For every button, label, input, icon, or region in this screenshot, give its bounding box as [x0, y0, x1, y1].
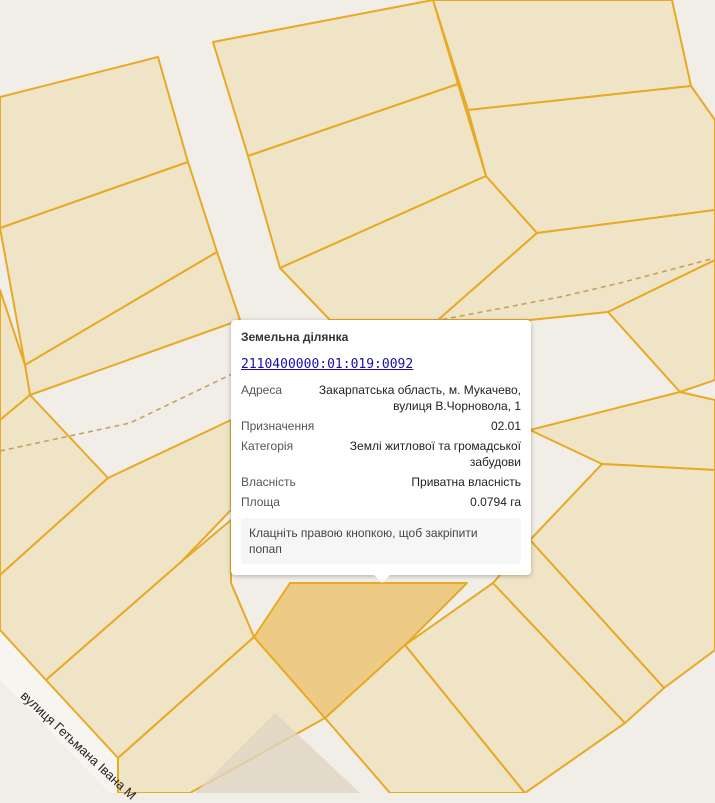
info-row-purpose: Призначення 02.01	[241, 418, 521, 434]
row-label: Адреса	[241, 383, 283, 397]
row-value-line: вулиця В.Чорновола, 1	[393, 399, 521, 413]
popup-title: Земельна ділянка	[241, 330, 349, 344]
row-value-line: Закарпатська область, м. Мукачево,	[318, 383, 521, 397]
info-row-area: Площа 0.0794 га	[241, 494, 521, 510]
row-label: Призначення	[241, 419, 315, 433]
info-row-address: Адреса Закарпатська область, м. Мукачево…	[241, 382, 521, 414]
row-value: Землі житлової та громадської забудови	[350, 438, 521, 470]
pin-popup-hint: Клацніть правою кнопкою, щоб закріпити п…	[241, 518, 521, 564]
row-label: Власність	[241, 475, 296, 489]
info-row-category: Категорія Землі житлової та громадської …	[241, 438, 521, 470]
cadastral-number-link[interactable]: 2110400000:01:019:0092	[241, 357, 413, 372]
popup-pointer	[373, 574, 391, 583]
row-value: 0.0794 га	[470, 495, 521, 509]
row-value: Закарпатська область, м. Мукачево, вулиц…	[319, 382, 521, 414]
row-label: Категорія	[241, 439, 294, 453]
row-value: Приватна власність	[411, 475, 521, 489]
row-label: Площа	[241, 495, 280, 509]
row-value-line: Землі житлової та громадської	[349, 439, 521, 453]
row-value: 02.01	[490, 419, 521, 433]
parcel-info-popup[interactable]: Земельна ділянка 2110400000:01:019:0092 …	[231, 320, 531, 583]
row-value-line: забудови	[469, 455, 521, 469]
info-row-ownership: Власність Приватна власність	[241, 474, 521, 490]
